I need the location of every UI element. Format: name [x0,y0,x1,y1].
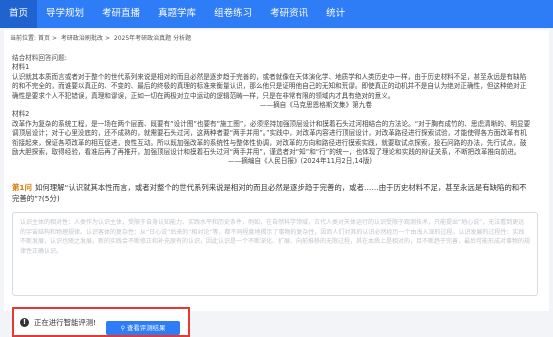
question-tag: 第1问 [12,183,32,192]
answer-textarea[interactable]: 认识主体的相对性：人类作为认识主体，受限于自身认知能力、实践水平和历史条件，例如… [12,212,538,296]
nav-item-study-plan[interactable]: 导学规划 [37,0,93,28]
material-1-title: 材料1 [12,63,30,72]
view-result-label: 查看评测结果 [127,324,166,332]
breadcrumb-section[interactable]: 考研政治刷批改 [61,35,103,42]
main-panel: 当前位置: 首页 > 考研政治刷批改 > 2025年考研政治真题 分析题 结合材料回… [4,30,549,337]
top-nav: 首页 导学规划 考研直播 真题学库 组卷练习 考研资讯 统计 [0,0,553,28]
material-1-source: ——摘自《马克思恩格斯文集》第九卷 [259,101,372,110]
material-intro: 结合材料回答问题: [12,54,67,62]
evaluation-status-text: 正在进行智能评测! [34,318,97,327]
view-result-button[interactable]: ⚲ 查看评测结果 [106,321,180,335]
nav-item-question-bank[interactable]: 真题学库 [149,0,205,28]
evaluation-status-box: ! 正在进行智能评测! ⚲ 查看评测结果 [12,307,190,337]
question-text: 如何理解“认识就其本性而言，或者对整个的世代系列来说是相对的而且必然是逐步趋于完… [12,183,527,203]
nav-item-live[interactable]: 考研直播 [93,0,149,28]
question: 第1问 如何理解“认识就其本性而言，或者对整个的世代系列来说是相对的而且必然是逐步… [12,183,532,204]
answer-text: 认识主体的相对性：人类作为认识主体，受限于自身认知能力、实践水平和历史条件，例如… [20,219,531,255]
material-2-text: 改革作为复杂的系统工程，是一场在两个层面、既要有“设计图”也要有“施工图”，必须… [12,119,531,157]
material-2-title: 材料2 [12,110,30,119]
nav-item-news[interactable]: 考研资讯 [261,0,317,28]
info-icon: ! [20,318,29,327]
material-2-source: ——摘编自《人民日报》(2024年11月2日,14版) [228,157,372,166]
nav-item-stats[interactable]: 统计 [317,0,354,28]
breadcrumb-home[interactable]: 首页 [38,35,50,42]
breadcrumb-current: 2025年考研政治真题 分析题 [113,35,192,42]
breadcrumb: 当前位置: 首页 > 考研政治刷批改 > 2025年考研政治真题 分析题 [10,35,192,42]
nav-item-home[interactable]: 首页 [0,0,38,28]
breadcrumb-prefix: 当前位置: [10,35,37,42]
material-1-text: 认识就其本质而言或者对于整个的世代系列来说是相对的而且必然是逐步趋于完善的，或者… [12,72,527,100]
search-icon: ⚲ [120,325,126,332]
material-content: 结合材料回答问题: 材料1 认识就其本质而言或者对于整个的世代系列来说是相对的而… [12,54,532,167]
nav-item-exam-practice[interactable]: 组卷练习 [205,0,261,28]
